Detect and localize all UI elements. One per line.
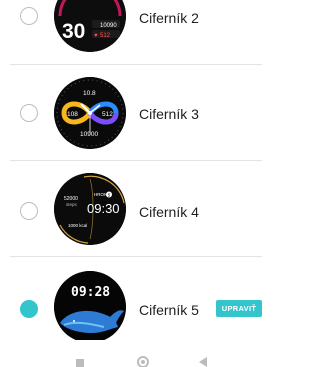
face-2-steps: 10090 bbox=[100, 23, 117, 29]
face-3-right: 512 bbox=[102, 111, 113, 118]
radio-button-face-3[interactable] bbox=[20, 104, 38, 122]
watch-face-row-2[interactable]: 30 10090 512 ♥ Ciferník 2 bbox=[0, 0, 262, 62]
face-2-time: 30 bbox=[62, 20, 85, 43]
face-3-bottom: 10900 bbox=[80, 131, 98, 138]
watch-face-label-3: Ciferník 3 bbox=[139, 106, 199, 122]
watch-face-label-4: Ciferník 4 bbox=[139, 204, 199, 220]
watch-face-label-5: Ciferník 5 bbox=[139, 302, 199, 318]
watch-face-row-4[interactable]: 52000 steps HRON 5 09:30 1000 kcal Cifer… bbox=[0, 162, 262, 256]
watch-face-preview-5: 09:28 bbox=[54, 271, 126, 343]
triangle-back-icon[interactable] bbox=[199, 357, 207, 367]
watch-face-label-2: Ciferník 2 bbox=[139, 10, 199, 26]
square-icon[interactable] bbox=[76, 359, 84, 367]
face-4-kcal: 1000 kcal bbox=[68, 223, 87, 228]
watch-face-preview-3: 10.8 108 512 10900 bbox=[54, 77, 126, 149]
divider bbox=[10, 64, 262, 65]
divider bbox=[10, 160, 262, 161]
face-5-time: 09:28 bbox=[71, 285, 110, 300]
radio-button-face-2[interactable] bbox=[20, 7, 38, 25]
radio-button-face-5-selected[interactable] bbox=[20, 300, 38, 318]
face-4-hr-label: HRON bbox=[94, 192, 107, 197]
edit-button[interactable]: UPRAVIŤ bbox=[216, 300, 262, 317]
face-2-heart: 512 bbox=[100, 33, 111, 39]
system-navigation-bar bbox=[0, 340, 262, 367]
heart-icon: ♥ bbox=[94, 33, 98, 39]
watch-face-list: 30 10090 512 ♥ Ciferník 2 10.8 108 512 1… bbox=[0, 0, 262, 343]
face-3-left: 108 bbox=[67, 111, 78, 118]
watch-face-preview-2: 30 10090 512 ♥ bbox=[54, 0, 126, 52]
watch-face-row-3[interactable]: 10.8 108 512 10900 Ciferník 3 bbox=[0, 66, 262, 160]
circle-home-icon[interactable] bbox=[137, 356, 149, 367]
radio-button-face-4[interactable] bbox=[20, 202, 38, 220]
face-4-time: 09:30 bbox=[87, 201, 120, 216]
divider bbox=[10, 256, 262, 257]
face-3-top: 10.8 bbox=[83, 90, 96, 97]
watch-face-preview-4: 52000 steps HRON 5 09:30 1000 kcal bbox=[54, 173, 126, 245]
face-4-steps-unit: steps bbox=[66, 202, 78, 207]
